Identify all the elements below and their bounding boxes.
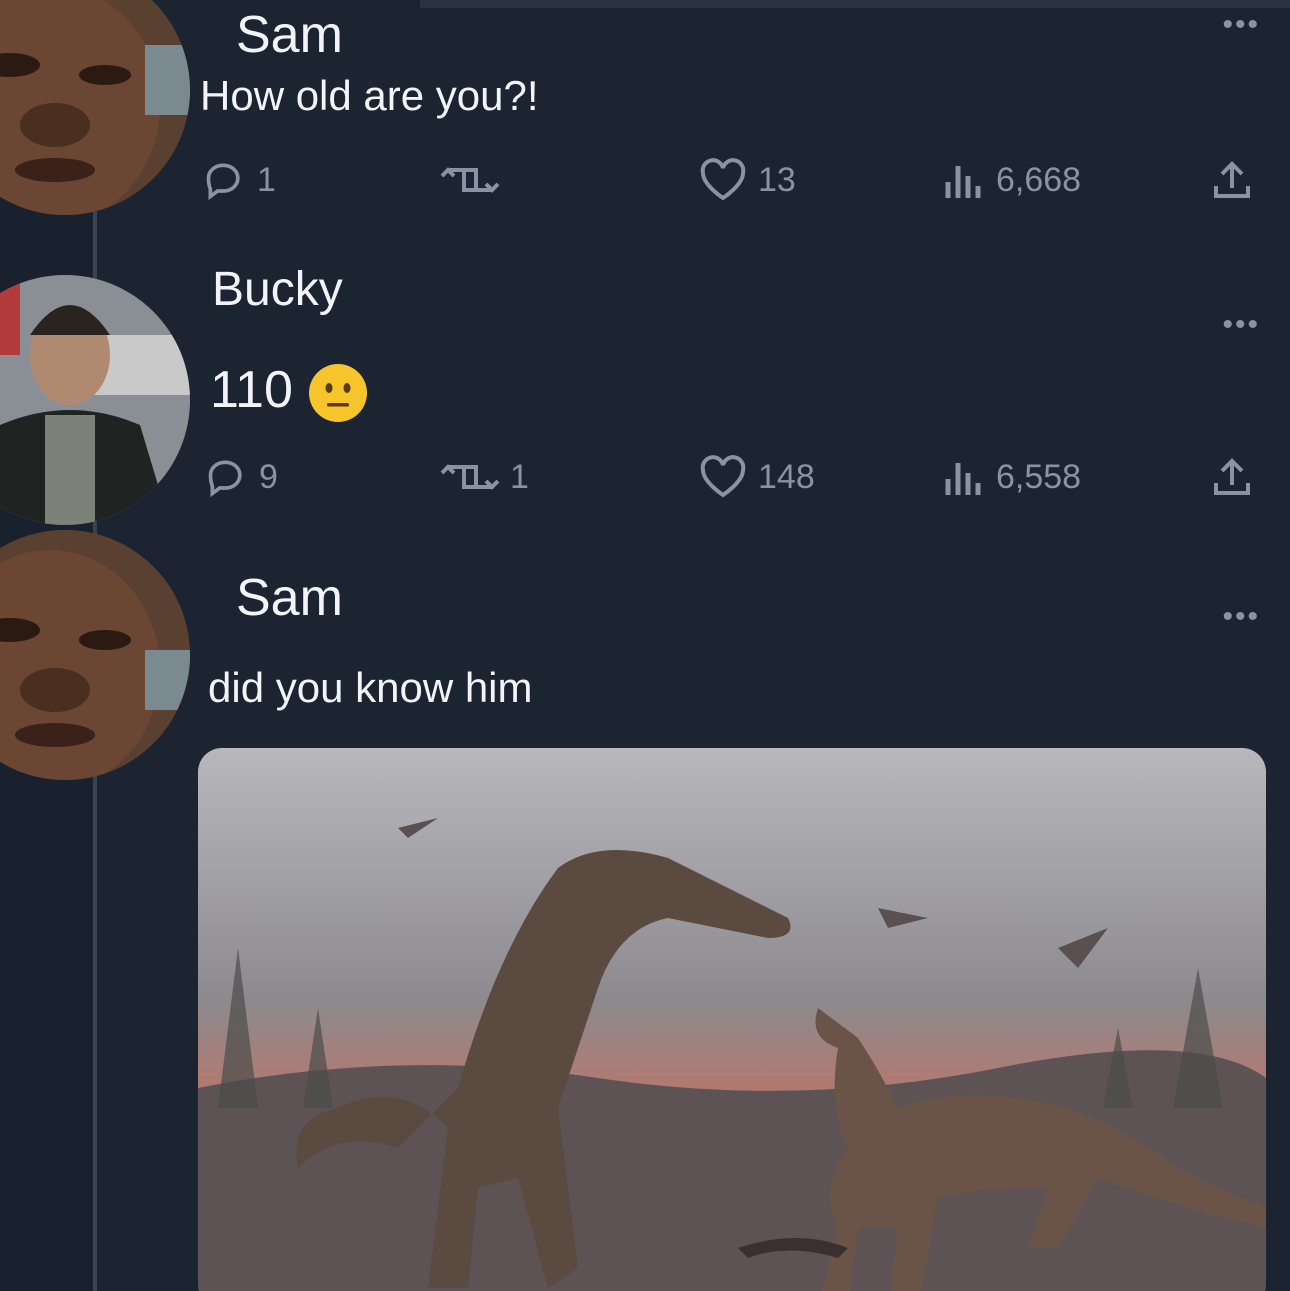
reply-count: 1 (257, 160, 276, 199)
views-count: 6,558 (996, 457, 1082, 496)
more-icon[interactable]: ••• (1222, 8, 1260, 42)
like-button[interactable]: 13 (698, 158, 796, 202)
tweet-media-image[interactable] (198, 748, 1266, 1291)
views-icon (945, 166, 981, 198)
tweet-text: 110 (210, 360, 369, 424)
dinosaur-painting-image (198, 748, 1266, 1291)
views-icon (945, 463, 981, 495)
like-count: 148 (758, 457, 815, 496)
reply-icon (208, 460, 242, 498)
avatar-image-sam (0, 530, 190, 780)
retweet-icon (440, 464, 500, 490)
tweet-text-number: 110 (210, 361, 293, 419)
views-count: 6,668 (996, 160, 1082, 199)
action-bar: 9 1 148 6,558 (0, 455, 1290, 505)
heart-icon (700, 158, 746, 201)
reply-count: 9 (259, 457, 278, 496)
retweet-icon (440, 167, 500, 193)
like-button[interactable]: 148 (698, 455, 815, 499)
action-bar: 1 13 6,668 (0, 158, 1290, 208)
retweet-button[interactable]: 1 (440, 455, 529, 499)
tweet-text: did you know him (208, 664, 533, 711)
author-name[interactable]: Sam (236, 568, 343, 628)
share-icon (1214, 161, 1250, 198)
retweet-button[interactable] (440, 158, 510, 202)
author-name[interactable]: Sam (236, 5, 343, 65)
views-button[interactable]: 6,558 (942, 455, 1081, 499)
share-button[interactable] (1210, 158, 1254, 202)
neutral-face-emoji-icon (309, 364, 368, 423)
avatar[interactable] (0, 530, 190, 780)
tweet-text: How old are you?! (200, 72, 539, 119)
top-divider (420, 0, 1290, 8)
more-icon[interactable]: ••• (1222, 600, 1260, 634)
retweet-count: 1 (510, 457, 529, 496)
more-icon[interactable]: ••• (1222, 308, 1260, 342)
views-button[interactable]: 6,668 (942, 158, 1081, 202)
reply-button[interactable]: 9 (205, 455, 278, 499)
reply-button[interactable]: 1 (203, 158, 276, 202)
author-name[interactable]: Bucky (212, 262, 343, 317)
share-button[interactable] (1210, 455, 1254, 499)
thread-view: Sam ••• How old are you?! 1 13 6,668 Buc… (0, 0, 1290, 1291)
share-icon (1214, 458, 1250, 495)
heart-icon (700, 455, 746, 498)
like-count: 13 (758, 160, 796, 199)
reply-icon (206, 163, 240, 201)
